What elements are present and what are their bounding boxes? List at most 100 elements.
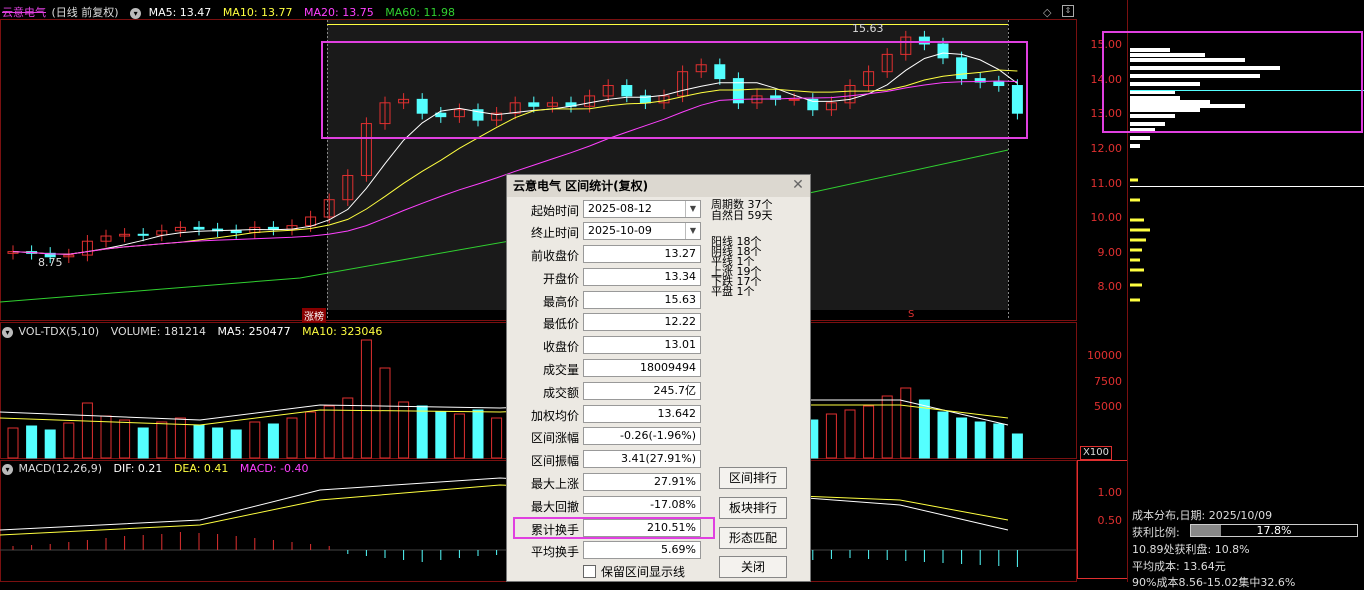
volume-bar xyxy=(993,423,1005,459)
candlestick xyxy=(137,233,149,236)
stat-row-label: 成交额 xyxy=(542,385,579,400)
stat-row-value: 18009494 xyxy=(583,359,701,377)
volume-bar xyxy=(119,419,131,459)
dialog-title[interactable]: 云意电气 区间统计(复权) xyxy=(507,175,810,197)
volume-bar xyxy=(44,429,56,459)
stat-row-label: 区间振幅 xyxy=(530,454,579,469)
chevron-down-icon[interactable]: ▾ xyxy=(130,8,142,19)
macd-header: ▾ MACD(12,26,9) DIF: 0.21 DEA: 0.41 MACD… xyxy=(2,462,317,475)
volume-bar xyxy=(305,411,317,459)
ma20-value: MA20: 13.75 xyxy=(304,6,374,19)
start-time-select[interactable]: 2025-08-12 ▼ xyxy=(583,200,701,218)
cost-concentration: 90%成本8.56-15.02集中32.6% xyxy=(1132,576,1296,589)
chart-mode: (日线 前复权) xyxy=(51,6,119,19)
stat-row-value: 12.22 xyxy=(583,313,701,332)
highlight-box-turnover xyxy=(513,517,715,539)
volume-bar xyxy=(26,425,38,459)
volume-bar xyxy=(416,405,428,459)
chevron-down-icon[interactable]: ▾ xyxy=(2,327,13,338)
price-axis-tick: 10.00 xyxy=(1090,211,1123,224)
volume-axis-tick: 7500 xyxy=(1094,375,1122,388)
stat-row-value: 27.91% xyxy=(583,473,701,491)
volume-unit-label: X100 xyxy=(1080,446,1112,460)
volume-ma10: MA10: 323046 xyxy=(302,325,383,338)
expand-icon[interactable]: ⇕ xyxy=(1062,5,1074,17)
volume-bar xyxy=(360,339,372,459)
keep-range-checkbox[interactable] xyxy=(583,565,596,578)
ma10-value: MA10: 13.77 xyxy=(222,6,293,19)
stat-row-value: -17.08% xyxy=(583,495,701,514)
stat-row-value: 13.34 xyxy=(583,267,701,286)
close-icon[interactable]: ✕ xyxy=(790,177,806,193)
macd-indicator-name[interactable]: MACD(12,26,9) xyxy=(19,462,103,475)
unchanged-count: 平盘 1个 xyxy=(711,285,755,298)
close-button[interactable]: 关闭 xyxy=(719,556,787,578)
chevron-down-icon[interactable]: ▼ xyxy=(685,223,700,239)
interval-rank-button[interactable]: 区间排行 xyxy=(719,467,787,489)
profit-ratio-value: 17.8% xyxy=(1256,524,1292,537)
zhangbang-marker[interactable]: 涨榜 xyxy=(302,308,326,323)
s-marker[interactable]: S xyxy=(908,309,914,320)
volume-bar xyxy=(379,367,391,459)
low-price-marker: 8.75 xyxy=(38,256,63,269)
chevron-down-icon[interactable]: ▾ xyxy=(2,464,13,475)
volume-bar xyxy=(81,402,93,459)
pattern-match-button[interactable]: 形态匹配 xyxy=(719,527,787,549)
stat-row-label: 最大上涨 xyxy=(530,477,579,491)
volume-ma5: MA5: 250477 xyxy=(217,325,291,338)
volume-bar xyxy=(230,429,242,459)
interval-stats-dialog[interactable]: 云意电气 区间统计(复权) ✕ 起始时间 2025-08-12 ▼ 终止时间 2… xyxy=(506,174,811,582)
volume-bar xyxy=(491,417,503,459)
ma60-value: MA60: 11.98 xyxy=(385,6,455,19)
volume-axis-tick: 5000 xyxy=(1094,400,1122,413)
volume-bar xyxy=(863,405,875,459)
volume-header: ▾ VOL-TDX(5,10) VOLUME: 181214 MA5: 2504… xyxy=(2,325,390,338)
volume-bar xyxy=(1011,433,1023,459)
volume-bar xyxy=(193,424,205,459)
volume-bar xyxy=(453,413,465,459)
stat-row-value: 13.27 xyxy=(583,245,701,263)
stat-row-label: 最高价 xyxy=(542,294,579,309)
end-time-value: 2025-10-09 xyxy=(588,224,652,237)
volume-bar xyxy=(249,421,261,459)
macd-dea-line xyxy=(0,484,1009,536)
volume-indicator-name[interactable]: VOL-TDX(5,10) xyxy=(19,325,100,338)
stat-row-value: 13.01 xyxy=(583,336,701,355)
sector-rank-button[interactable]: 板块排行 xyxy=(719,497,787,519)
candlestick xyxy=(193,226,205,230)
macd-dif-line xyxy=(0,477,1009,531)
macd-axis-tick: 1.00 xyxy=(1097,486,1123,499)
macd-dea: DEA: 0.41 xyxy=(173,462,229,475)
diamond-icon[interactable]: ◇ xyxy=(1043,6,1051,19)
profit-ratio-bar: 17.8% xyxy=(1190,524,1358,537)
stat-row-label: 前收盘价 xyxy=(530,249,579,263)
price-axis-tick: 11.00 xyxy=(1090,177,1123,190)
price-axis-tick: 12.00 xyxy=(1090,142,1123,155)
stat-row-label: 最大回撤 xyxy=(530,499,579,514)
highlight-box-distribution xyxy=(1102,31,1363,133)
stat-row-label: 最低价 xyxy=(542,317,579,332)
chevron-down-icon[interactable]: ▼ xyxy=(685,201,700,217)
volume-bar xyxy=(7,427,19,459)
stat-row-value: 3.41(27.91%) xyxy=(583,450,701,469)
stat-row-label: 平均换手 xyxy=(530,545,579,560)
end-time-label: 终止时间 xyxy=(530,226,579,240)
stat-row-value: 245.7亿 xyxy=(583,381,701,400)
volume-bar xyxy=(900,387,912,459)
volume-ma5-line xyxy=(0,399,1009,426)
stat-row-label: 成交量 xyxy=(542,363,579,377)
macd-value: MACD: -0.40 xyxy=(239,462,309,475)
cost-distribution-title: 成本分布,日期: 2025/10/09 xyxy=(1132,509,1273,522)
macd-axis-tick: 0.50 xyxy=(1097,514,1123,527)
volume-bar xyxy=(472,409,484,459)
stat-row-label: 加权均价 xyxy=(530,408,579,423)
profit-ratio-label: 获利比例: xyxy=(1132,526,1180,539)
start-time-value: 2025-08-12 xyxy=(588,202,652,215)
high-price-marker: 15.63 xyxy=(852,22,884,35)
stock-name[interactable]: 云意电气 xyxy=(2,6,46,19)
end-time-select[interactable]: 2025-10-09 ▼ xyxy=(583,222,701,240)
candlestick xyxy=(230,230,242,234)
stat-row-value: -0.26(-1.96%) xyxy=(583,427,701,446)
volume-bar xyxy=(286,417,298,459)
volume-bar xyxy=(137,427,149,459)
